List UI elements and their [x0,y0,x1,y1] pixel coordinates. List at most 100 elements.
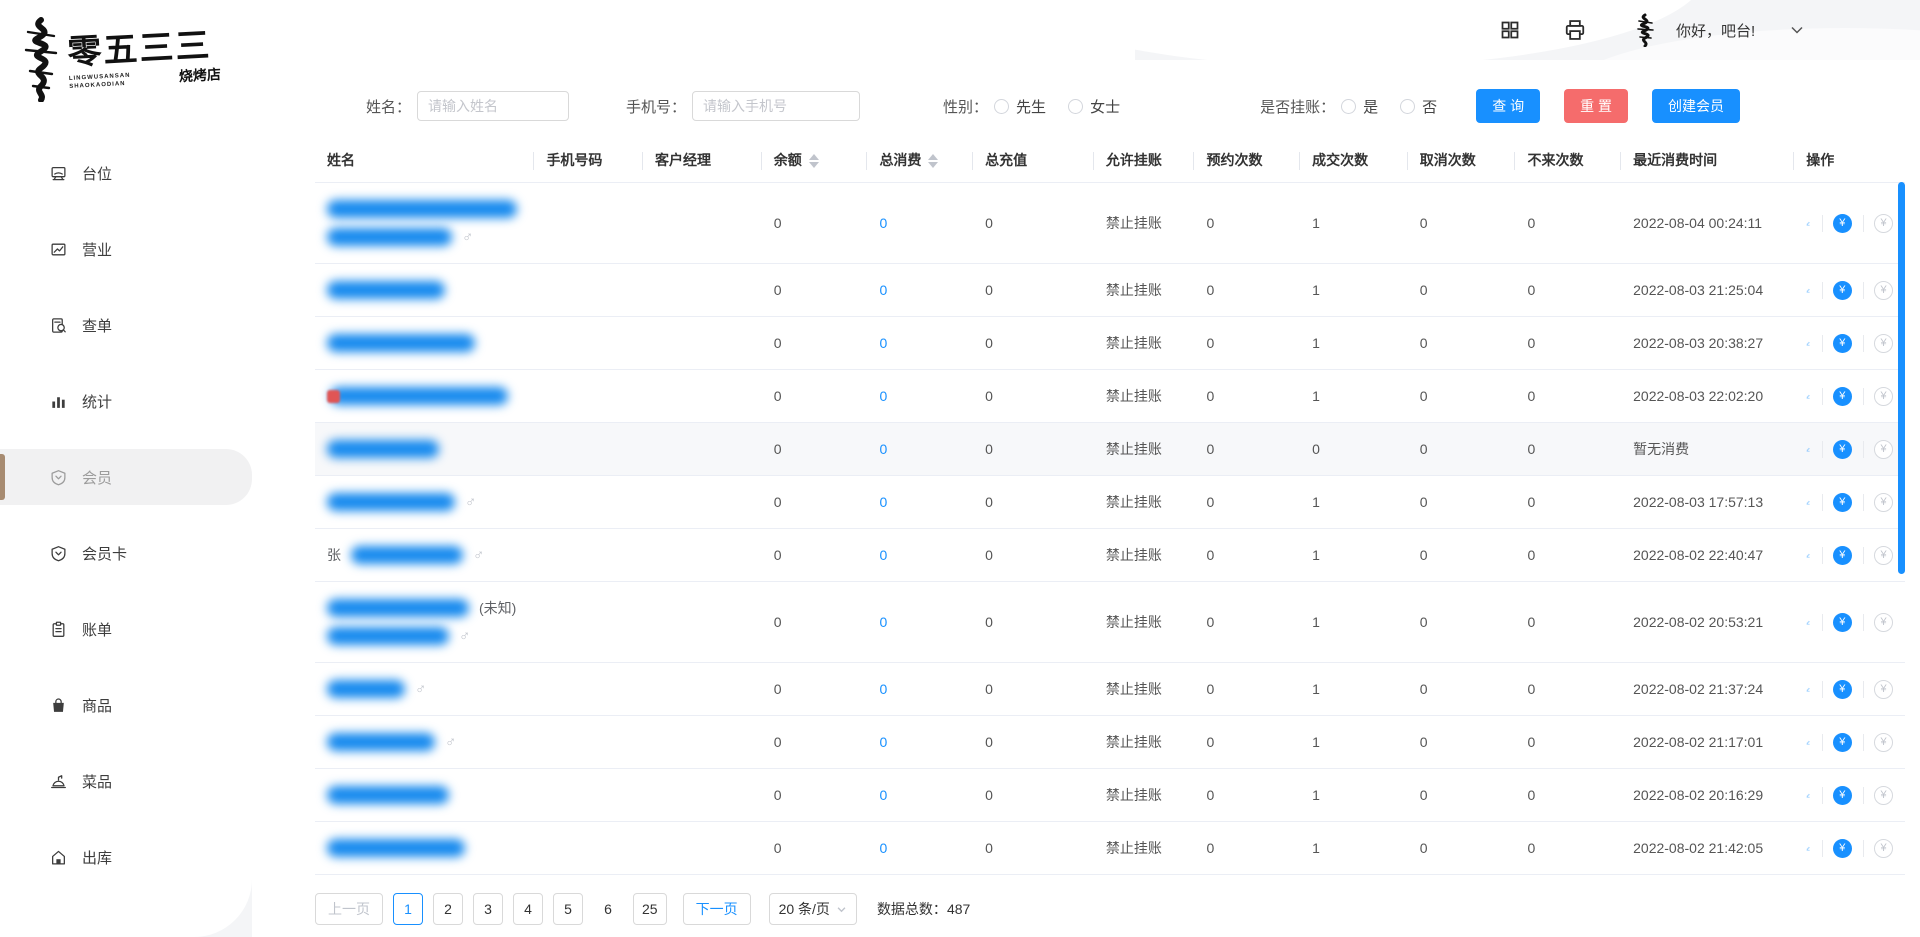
consume-link[interactable]: 0 [879,681,887,697]
sidebar-item-1[interactable]: 营业 [0,221,252,277]
recharge-icon[interactable]: ¥ [1833,680,1852,699]
edit-icon[interactable] [1806,840,1810,857]
page-button-6[interactable]: 6 [593,893,623,925]
gender-radio-female[interactable]: 女士 [1068,96,1120,117]
edit-icon[interactable] [1806,441,1810,458]
sidebar-item-6[interactable]: 账单 [0,601,252,657]
consume-link[interactable]: 0 [879,787,887,803]
sidebar-item-5[interactable]: 会员卡 [0,525,252,581]
consume-link[interactable]: 0 [879,494,887,510]
recharge-icon[interactable]: ¥ [1833,334,1852,353]
recharge-icon[interactable]: ¥ [1833,546,1852,565]
printer-icon[interactable] [1564,19,1586,41]
gender-radio-male[interactable]: 先生 [994,96,1046,117]
balance-cell: 0 [762,529,868,582]
sidebar-item-8[interactable]: 菜品 [0,753,252,809]
chevron-down-icon[interactable] [1789,22,1805,38]
edit-icon[interactable] [1806,787,1810,804]
next-page-button[interactable]: 下一页 [683,893,751,925]
phone-filter-input[interactable] [692,91,860,121]
create-member-button[interactable]: 创建会员 [1652,89,1740,123]
noshow-cell: 0 [1515,822,1621,875]
column-header-4[interactable]: 总消费 [867,140,973,183]
recharge-icon[interactable]: ¥ [1833,387,1852,406]
edit-icon[interactable] [1806,215,1810,232]
edit-icon[interactable] [1806,335,1810,352]
member-card-disabled-icon[interactable]: ¥ [1874,334,1893,353]
sidebar-item-0[interactable]: 台位 [0,145,252,201]
operations-cell: ¥¥ [1794,529,1905,582]
consume-link[interactable]: 0 [879,547,887,563]
member-card-disabled-icon[interactable]: ¥ [1874,214,1893,233]
reset-button[interactable]: 重 置 [1564,89,1628,123]
member-card-disabled-icon[interactable]: ¥ [1874,786,1893,805]
query-button[interactable]: 查 询 [1476,89,1540,123]
member-card-disabled-icon[interactable]: ¥ [1874,440,1893,459]
recharge-icon[interactable]: ¥ [1833,839,1852,858]
name-filter-input[interactable] [417,91,569,121]
consume-link[interactable]: 0 [879,734,887,750]
consume-link[interactable]: 0 [879,282,887,298]
recharge-icon[interactable]: ¥ [1833,440,1852,459]
male-gender-icon: ♂ [462,229,473,246]
sort-carets-icon[interactable] [928,154,938,168]
stats-icon [50,393,67,410]
page-button-1[interactable]: 1 [393,893,423,925]
member-card-disabled-icon[interactable]: ¥ [1874,839,1893,858]
credit-radio-no[interactable]: 否 [1400,96,1437,117]
radio-circle-icon[interactable] [1400,99,1415,114]
radio-circle-icon[interactable] [994,99,1009,114]
consume-link[interactable]: 0 [879,388,887,404]
member-card-disabled-icon[interactable]: ¥ [1874,387,1893,406]
sort-carets-icon[interactable] [809,154,819,168]
recharge-icon[interactable]: ¥ [1833,733,1852,752]
consume-link[interactable]: 0 [879,335,887,351]
consume-link[interactable]: 0 [879,215,887,231]
edit-icon[interactable] [1806,547,1810,564]
consume-link[interactable]: 0 [879,614,887,630]
edit-icon[interactable] [1806,734,1810,751]
edit-icon[interactable] [1806,388,1810,405]
recharge-icon[interactable]: ¥ [1833,214,1852,233]
consume-link[interactable]: 0 [879,441,887,457]
credit-radio-yes[interactable]: 是 [1341,96,1378,117]
prev-page-button[interactable]: 上一页 [315,893,383,925]
sidebar-item-4[interactable]: 会员 [0,449,252,505]
edit-icon[interactable] [1806,614,1810,631]
brand-title: 零五三三 [67,28,221,70]
cancel-cell: 0 [1408,529,1516,582]
page-button-3[interactable]: 3 [473,893,503,925]
page-size-select[interactable]: 20 条/页 [769,893,857,925]
consume-link[interactable]: 0 [879,840,887,856]
page-button-4[interactable]: 4 [513,893,543,925]
sidebar-item-7[interactable]: 商品 [0,677,252,733]
member-card-disabled-icon[interactable]: ¥ [1874,680,1893,699]
table-scrollbar-thumb[interactable] [1898,182,1905,574]
sidebar-item-2[interactable]: 查单 [0,297,252,353]
sidebar-item-9[interactable]: 出库 [0,829,252,885]
member-card-disabled-icon[interactable]: ¥ [1874,493,1893,512]
brand-avatar-icon[interactable] [1630,13,1660,47]
column-header-3[interactable]: 余额 [762,140,868,183]
recharge-icon[interactable]: ¥ [1833,786,1852,805]
sidebar-item-3[interactable]: 统计 [0,373,252,429]
member-card-disabled-icon[interactable]: ¥ [1874,733,1893,752]
radio-circle-icon[interactable] [1068,99,1083,114]
edit-icon[interactable] [1806,494,1810,511]
radio-circle-icon[interactable] [1341,99,1356,114]
page-button-2[interactable]: 2 [433,893,463,925]
recharge-icon[interactable]: ¥ [1833,493,1852,512]
cancel-cell: 0 [1408,264,1516,317]
phone-cell [534,716,643,769]
page-button-5[interactable]: 5 [553,893,583,925]
page-button-25[interactable]: 25 [633,893,667,925]
recharge-icon[interactable]: ¥ [1833,281,1852,300]
member-card-disabled-icon[interactable]: ¥ [1874,613,1893,632]
edit-icon[interactable] [1806,282,1810,299]
member-card-disabled-icon[interactable]: ¥ [1874,546,1893,565]
edit-icon[interactable] [1806,681,1810,698]
manager-cell [643,529,762,582]
recharge-icon[interactable]: ¥ [1833,613,1852,632]
apps-grid-icon[interactable] [1500,20,1520,40]
member-card-disabled-icon[interactable]: ¥ [1874,281,1893,300]
